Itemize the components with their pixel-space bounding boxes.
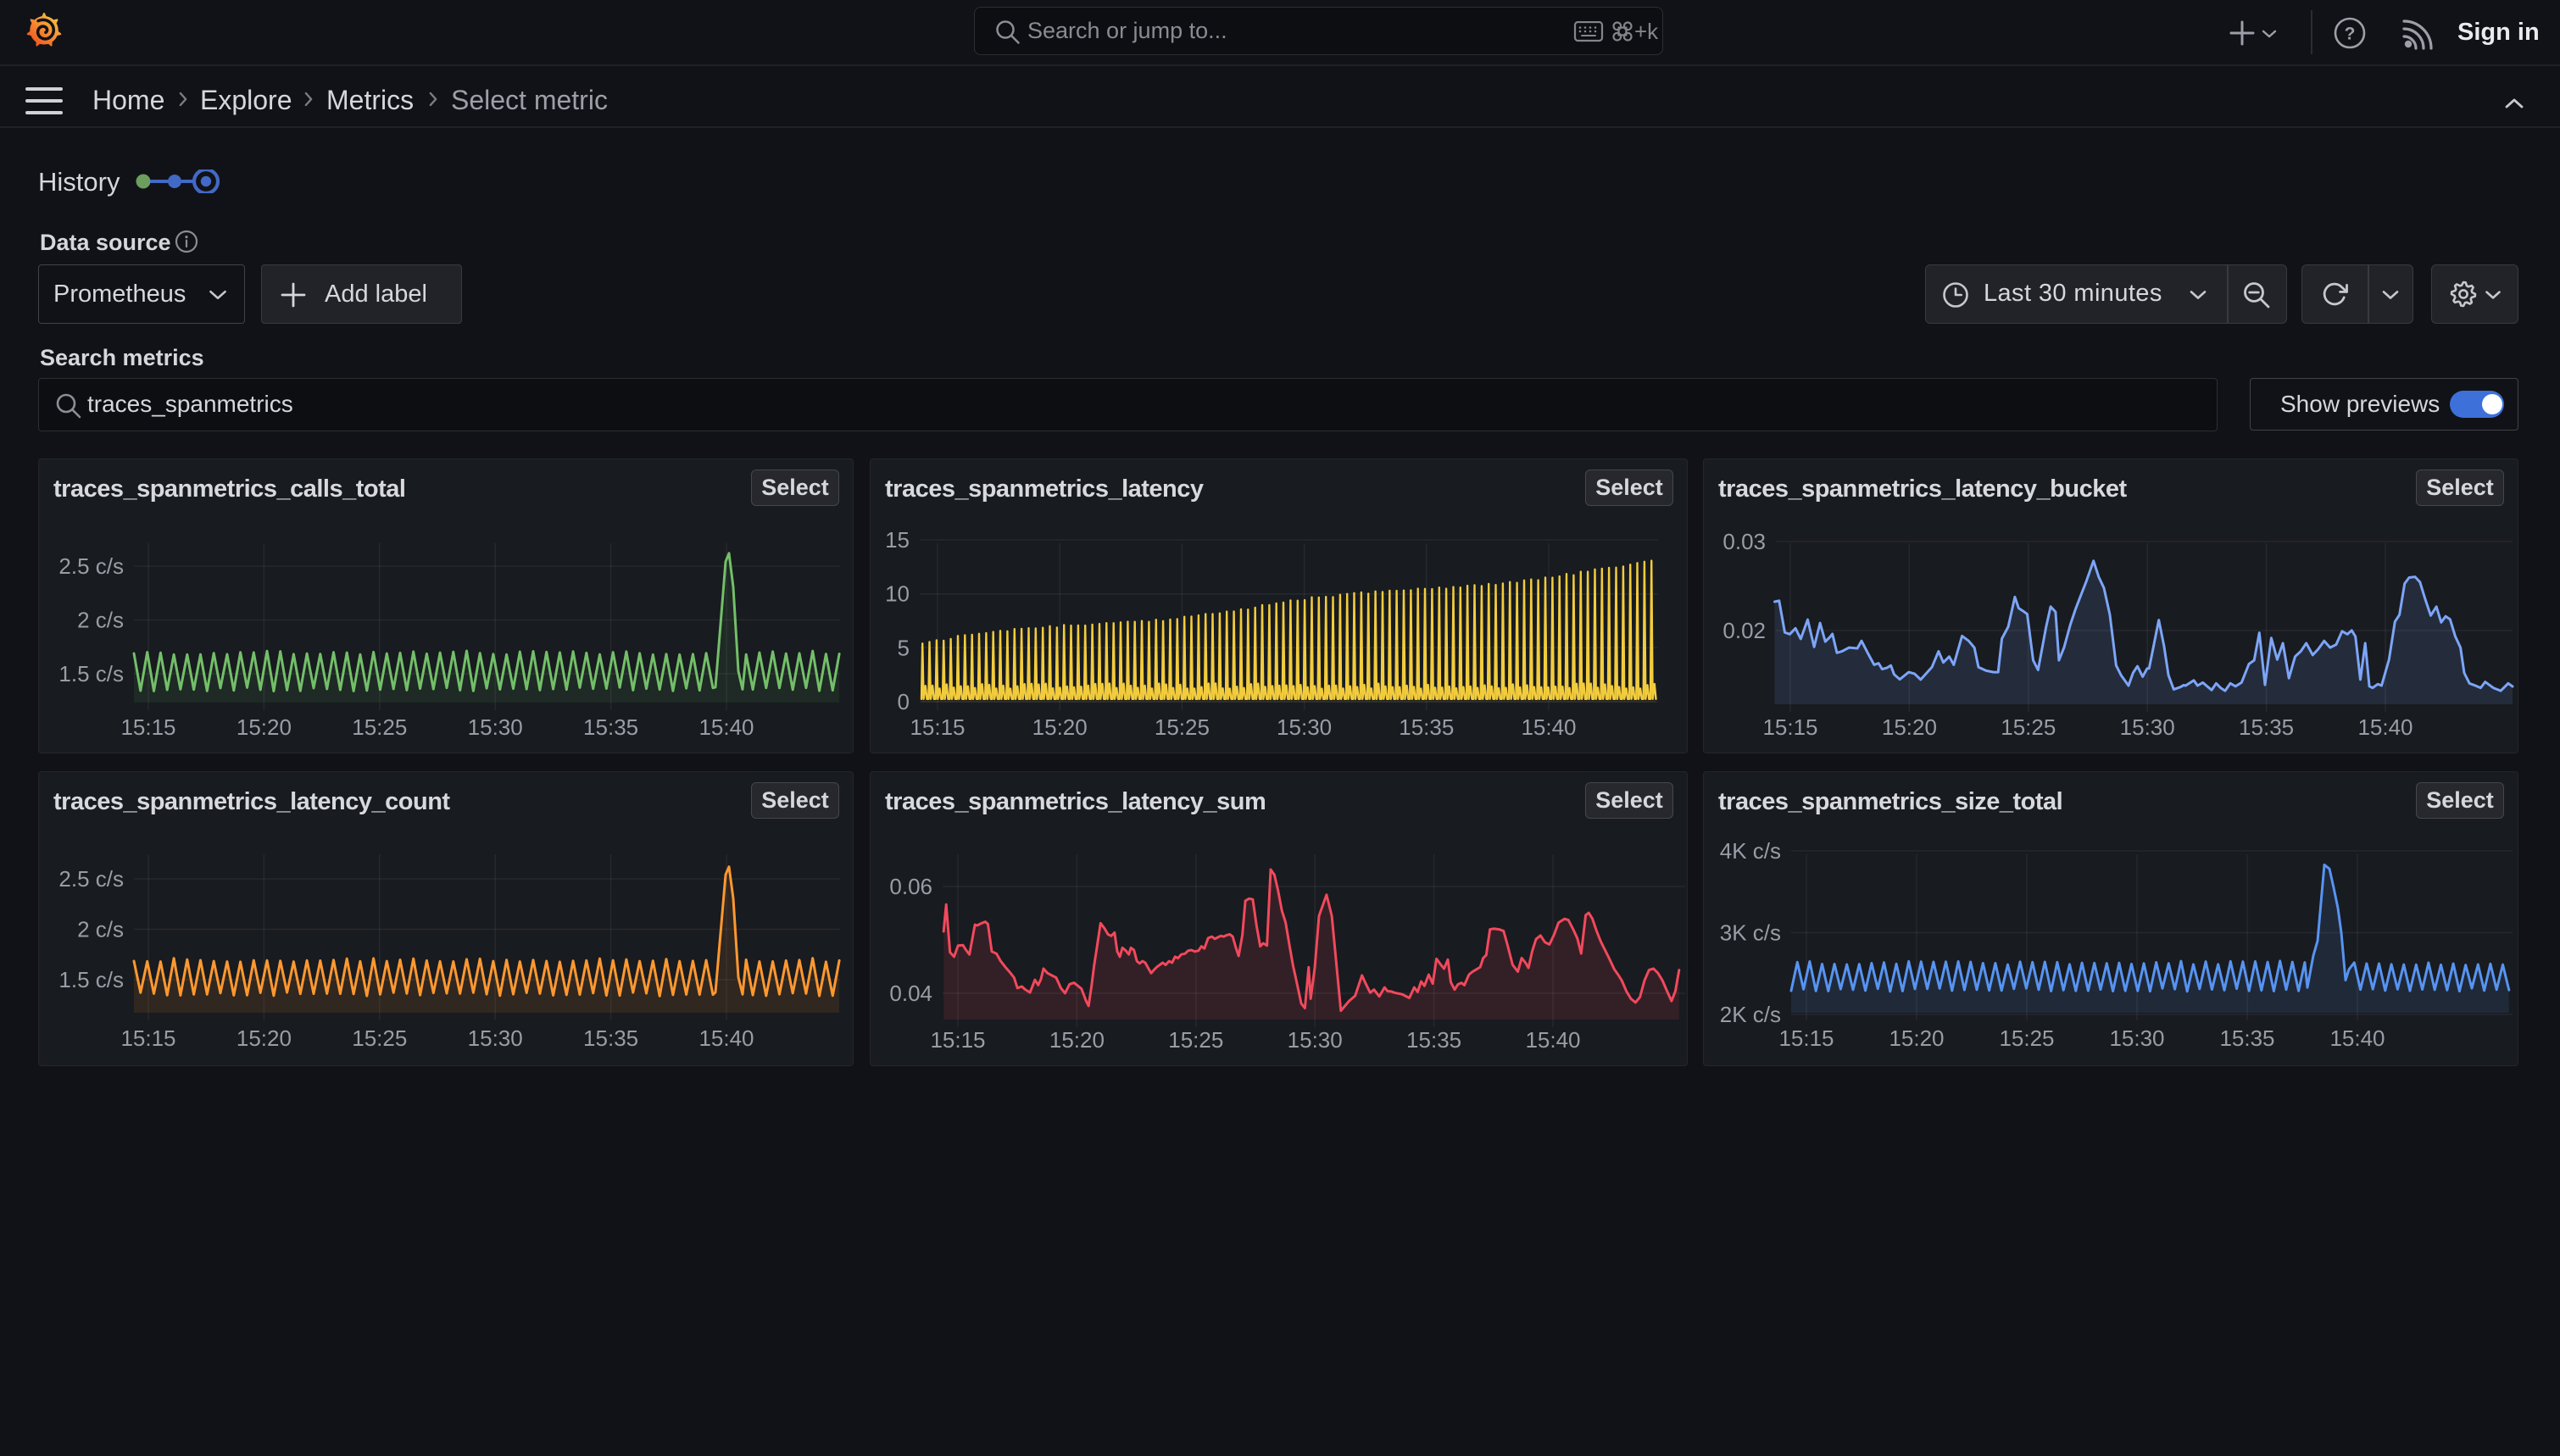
svg-text:15:15: 15:15 [1762,714,1817,740]
svg-text:15:40: 15:40 [698,1025,754,1051]
svg-text:4K c/s: 4K c/s [1720,838,1781,864]
svg-text:15:15: 15:15 [930,1027,985,1053]
svg-text:0: 0 [898,689,910,714]
svg-text:15:35: 15:35 [583,714,638,740]
svg-text:15:35: 15:35 [2219,1025,2274,1051]
svg-text:5: 5 [898,635,910,660]
svg-text:15: 15 [885,527,910,553]
svg-text:2K c/s: 2K c/s [1720,1002,1781,1027]
svg-text:0.04: 0.04 [889,981,932,1006]
svg-text:15:30: 15:30 [1288,1027,1343,1053]
svg-text:15:35: 15:35 [583,1025,638,1051]
svg-text:15:15: 15:15 [910,714,965,740]
svg-text:15:25: 15:25 [2001,714,2056,740]
svg-text:15:25: 15:25 [1168,1027,1223,1053]
svg-text:15:40: 15:40 [2357,714,2413,740]
svg-text:2.5 c/s: 2.5 c/s [58,553,124,579]
svg-text:15:15: 15:15 [120,1025,175,1051]
svg-text:15:40: 15:40 [2329,1025,2385,1051]
svg-text:15:15: 15:15 [1778,1025,1834,1051]
svg-text:15:20: 15:20 [237,714,292,740]
svg-text:0.06: 0.06 [889,874,932,899]
svg-text:10: 10 [885,581,910,607]
svg-text:2.5 c/s: 2.5 c/s [58,866,124,892]
svg-text:15:30: 15:30 [2120,714,2175,740]
svg-text:1.5 c/s: 1.5 c/s [58,967,124,992]
svg-text:15:30: 15:30 [468,1025,523,1051]
svg-text:0.02: 0.02 [1722,618,1766,643]
svg-text:3K c/s: 3K c/s [1720,920,1781,946]
svg-text:2 c/s: 2 c/s [77,608,124,633]
svg-text:15:35: 15:35 [1399,714,1454,740]
svg-text:15:35: 15:35 [1406,1027,1461,1053]
svg-text:15:25: 15:25 [1155,714,1210,740]
svg-text:15:30: 15:30 [1277,714,1332,740]
svg-text:1.5 c/s: 1.5 c/s [58,661,124,686]
svg-text:15:20: 15:20 [1889,1025,1944,1051]
svg-text:15:20: 15:20 [1032,714,1088,740]
svg-text:0.03: 0.03 [1722,529,1766,554]
svg-text:15:15: 15:15 [120,714,175,740]
svg-text:15:30: 15:30 [468,714,523,740]
svg-text:15:20: 15:20 [237,1025,292,1051]
svg-text:15:25: 15:25 [352,1025,407,1051]
svg-text:15:20: 15:20 [1049,1027,1105,1053]
svg-text:15:40: 15:40 [1525,1027,1580,1053]
svg-text:15:35: 15:35 [2239,714,2294,740]
svg-text:15:25: 15:25 [352,714,407,740]
svg-text:2 c/s: 2 c/s [77,917,124,942]
svg-text:?: ? [2345,25,2356,44]
svg-text:15:20: 15:20 [1882,714,1937,740]
svg-text:15:30: 15:30 [2109,1025,2164,1051]
svg-text:15:25: 15:25 [1999,1025,2054,1051]
svg-text:15:40: 15:40 [1521,714,1576,740]
svg-text:15:40: 15:40 [698,714,754,740]
